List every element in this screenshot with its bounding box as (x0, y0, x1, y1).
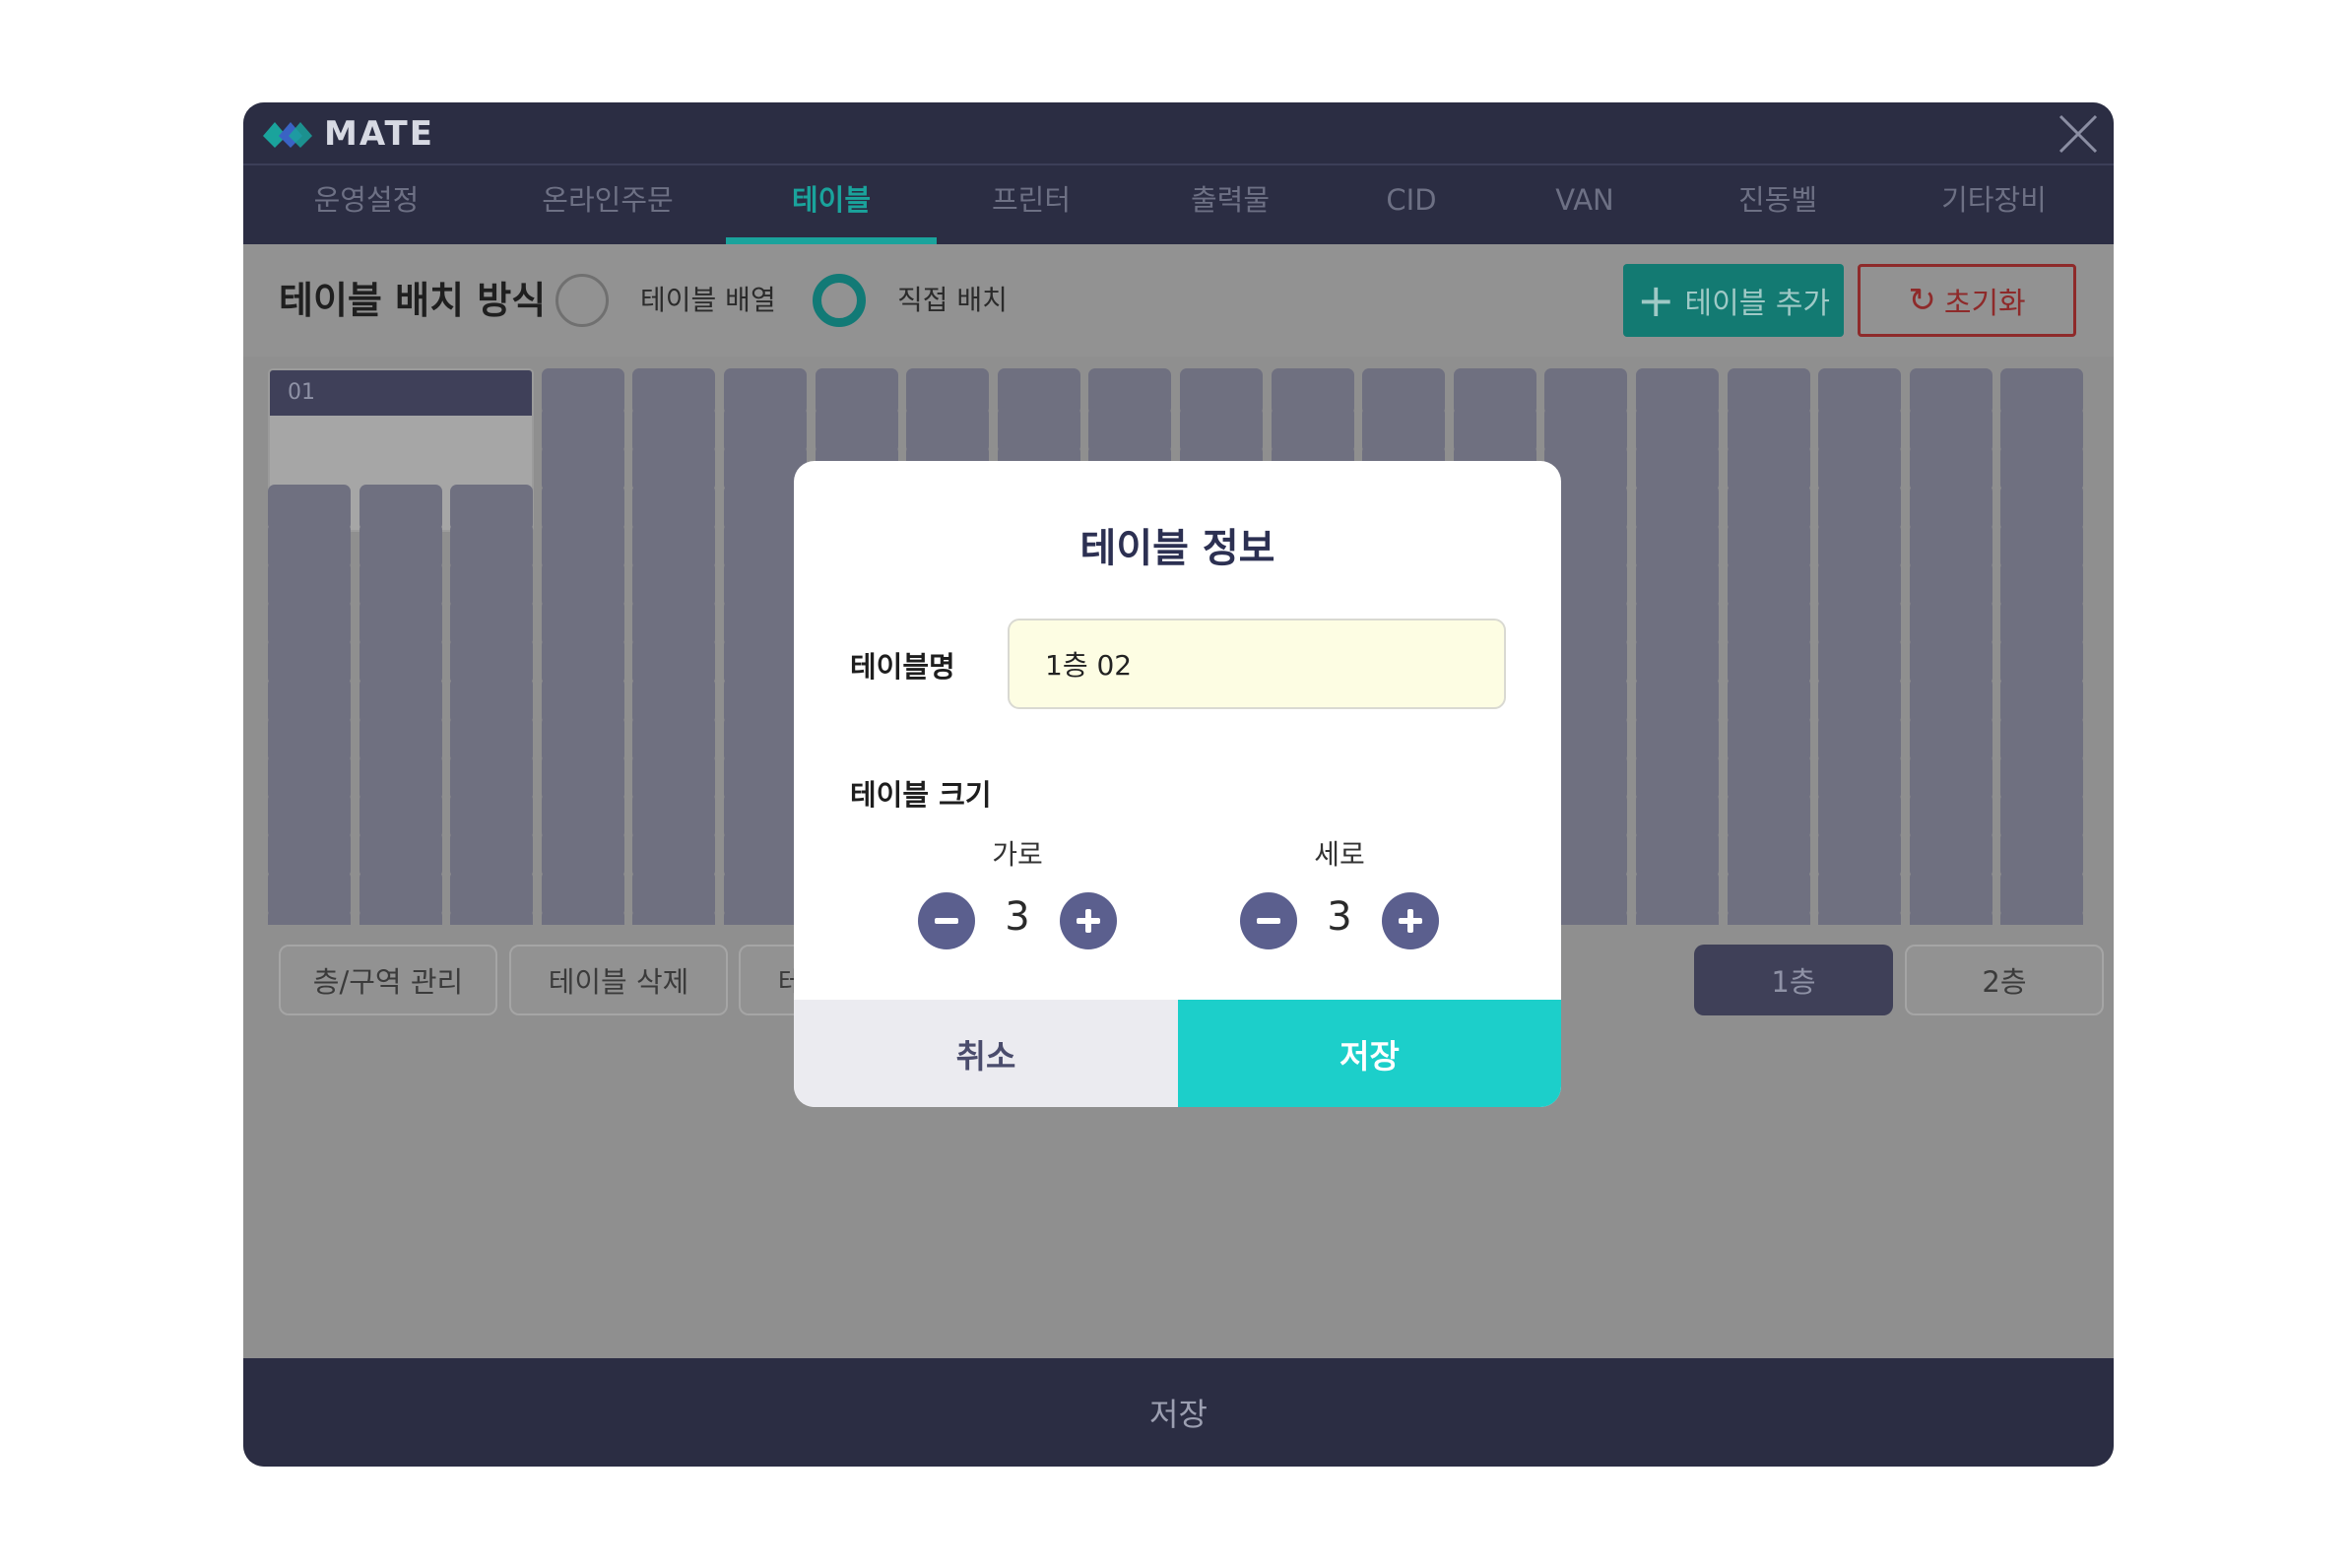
dialog-title: 테이블 정보 (1079, 526, 1275, 571)
delete-table-button[interactable]: 테이블 삭제 (509, 945, 728, 1015)
floor-tab-2[interactable]: 2층 (1905, 945, 2104, 1015)
height-decrease-button[interactable] (1240, 892, 1297, 949)
table-name-label: 테이블명 (850, 650, 955, 684)
tab-label: 온라인주문 (542, 183, 674, 217)
height-label: 세로 (1314, 838, 1365, 871)
radio-manual-placement-label[interactable]: 직접 배치 (897, 244, 1008, 357)
layout-toolbar: 테이블 배치 방식 테이블 배열 직접 배치 + 테이블 추가 ↻ 초기화 (243, 244, 2114, 357)
tab-output[interactable]: 출력물 (1126, 165, 1335, 244)
tab-label: VAN (1555, 183, 1614, 217)
tab-online-order[interactable]: 온라인주문 (490, 165, 726, 244)
tab-label: 진동벨 (1737, 183, 1818, 217)
dialog-save-button[interactable]: 저장 (1178, 1000, 1561, 1107)
floor-tab-1[interactable]: 1층 (1694, 945, 1893, 1015)
add-table-button[interactable]: + 테이블 추가 (1623, 264, 1844, 337)
minus-icon (1257, 918, 1280, 924)
table-size-label: 테이블 크기 (850, 778, 992, 812)
tab-label: 프린터 (991, 183, 1072, 217)
width-decrease-button[interactable] (918, 892, 975, 949)
layout-method-title: 테이블 배치 방식 (279, 279, 547, 322)
floor-zone-manage-button[interactable]: 층/구역 관리 (279, 945, 497, 1015)
refresh-icon: ↻ (1908, 281, 1936, 320)
table-info-dialog: 테이블 정보 테이블명 테이블 크기 가로 3 세로 3 취소 저장 (794, 461, 1561, 1107)
tab-label: CID (1386, 183, 1437, 217)
width-increase-button[interactable] (1060, 892, 1117, 949)
tab-label: 출력물 (1190, 183, 1271, 217)
tab-label: 운영설정 (313, 183, 420, 217)
save-button[interactable]: 저장 (243, 1358, 2114, 1467)
tab-table[interactable]: 테이블 (726, 165, 937, 244)
width-value: 3 (1005, 894, 1030, 940)
width-label: 가로 (992, 838, 1043, 871)
table-number: 01 (270, 370, 532, 416)
radio-table-array[interactable] (555, 274, 609, 327)
mate-logo-icon (263, 122, 312, 148)
table-name-input[interactable] (1008, 619, 1506, 709)
tab-vibration-bell[interactable]: 진동벨 (1681, 165, 1874, 244)
title-bar: MATE (243, 102, 2114, 165)
plus-icon: + (1636, 274, 1675, 327)
tab-label: 기타장비 (1941, 183, 2047, 217)
tab-printer[interactable]: 프린터 (937, 165, 1126, 244)
main-tabs: 운영설정 온라인주문 테이블 프린터 출력물 CID VAN 진동벨 기타장비 (243, 165, 2114, 244)
logo-text: MATE (324, 114, 434, 154)
tab-operation-settings[interactable]: 운영설정 (243, 165, 490, 244)
reset-button[interactable]: ↻ 초기화 (1858, 264, 2076, 337)
close-button[interactable] (2057, 112, 2100, 156)
radio-table-array-label[interactable]: 테이블 배열 (640, 244, 776, 357)
app-logo: MATE (259, 112, 434, 156)
close-icon (2058, 114, 2098, 154)
tab-cid[interactable]: CID (1335, 165, 1488, 244)
radio-manual-placement[interactable] (813, 274, 866, 327)
reset-label: 초기화 (1943, 287, 2026, 321)
tab-van[interactable]: VAN (1488, 165, 1681, 244)
add-table-label: 테이블 추가 (1684, 287, 1831, 321)
height-value: 3 (1327, 894, 1352, 940)
tab-other-devices[interactable]: 기타장비 (1874, 165, 2114, 244)
height-increase-button[interactable] (1382, 892, 1439, 949)
dialog-cancel-button[interactable]: 취소 (794, 1000, 1178, 1107)
minus-icon (935, 918, 958, 924)
tab-label: 테이블 (791, 183, 872, 217)
